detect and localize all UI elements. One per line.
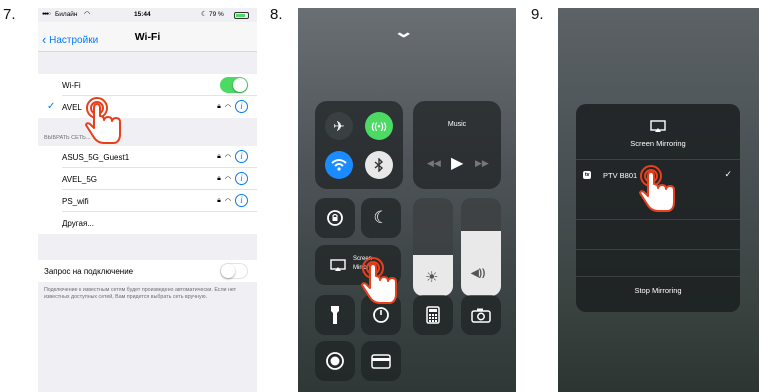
wifi-toggle-row: Wi-Fi: [38, 74, 257, 96]
apple-tv-badge: tv: [583, 171, 592, 179]
page-title: Wi-Fi: [134, 31, 161, 43]
clock: 15:44: [134, 11, 151, 18]
play-icon[interactable]: ▶: [451, 153, 463, 173]
do-not-disturb-button[interactable]: ☾: [361, 198, 401, 238]
lock-icon: 🔒︎: [217, 196, 221, 204]
step-number-8: 8.: [270, 6, 283, 23]
other-network-row[interactable]: Другая...: [38, 212, 257, 234]
wifi-settings-screen: ●●●○ Билайн ◠ 15:44 ☾ 79 % ‹ Настройки W…: [38, 8, 257, 392]
network-name: AVEL_5G: [62, 175, 97, 184]
ask-to-join-toggle[interactable]: [220, 263, 248, 279]
device-row[interactable]: tv PTV B801 ✓: [576, 160, 740, 192]
cellular-data-button[interactable]: ((•)): [365, 112, 393, 140]
wifi-status-icon: ◠: [84, 11, 91, 18]
music-title: Music: [447, 121, 467, 128]
timer-button[interactable]: [361, 295, 401, 335]
ask-to-join-label: Запрос на подключение: [44, 267, 134, 276]
antenna-icon: ((•)): [371, 121, 387, 131]
rewind-icon[interactable]: ◀◀: [427, 158, 441, 169]
network-name: PS_wifi: [62, 197, 89, 206]
record-icon: [326, 352, 344, 370]
screen-mirroring-dialog: Screen Mirroring tv PTV B801 ✓ Stop Mirr…: [576, 104, 740, 312]
brightness-slider[interactable]: ☀: [413, 198, 453, 296]
wifi-icon: [331, 159, 347, 171]
volume-slider[interactable]: ◀)): [461, 198, 501, 296]
chevron-down-icon[interactable]: ⌄: [393, 22, 414, 42]
battery-percent: 79 %: [209, 11, 224, 18]
network-name: AVEL: [62, 103, 82, 112]
sun-icon: ☀: [425, 269, 439, 286]
wallet-button[interactable]: [361, 341, 401, 381]
lock-icon: 🔒︎: [217, 174, 221, 182]
fast-forward-icon[interactable]: ▶▶: [475, 158, 489, 169]
screen-mirroring-label: Screen: [353, 256, 373, 262]
info-icon[interactable]: i: [235, 194, 248, 207]
airplane-icon: ✈: [333, 117, 345, 134]
screen-mirroring-label: Mirroring: [353, 265, 377, 271]
screen-mirroring-screen: Screen Mirroring tv PTV B801 ✓ Stop Mirr…: [558, 8, 759, 392]
network-row[interactable]: AVEL_5G 🔒︎ ◠ i: [38, 168, 257, 190]
calculator-icon: [426, 306, 440, 324]
wifi-signal-icon: ◠: [224, 197, 231, 205]
timer-icon: [373, 307, 389, 323]
moon-icon: ☾: [373, 208, 389, 227]
network-name: ASUS_5G_Guest1: [62, 153, 130, 162]
ask-to-join-row: Запрос на подключение: [38, 260, 257, 282]
network-row[interactable]: ASUS_5G_Guest1 🔒︎ ◠ i: [38, 146, 257, 168]
network-row[interactable]: PS_wifi 🔒︎ ◠ i: [38, 190, 257, 212]
signal-icon: ●●●○: [42, 11, 51, 17]
bluetooth-button[interactable]: [365, 151, 393, 179]
connected-network-row[interactable]: ✓ AVEL 🔒︎ ◠ i: [38, 96, 257, 118]
wifi-signal-icon: ◠: [224, 175, 231, 183]
stop-mirroring-button[interactable]: Stop Mirroring: [576, 286, 740, 295]
wifi-signal-icon: ◠: [224, 153, 231, 161]
rotation-lock-button[interactable]: [315, 198, 355, 238]
checkmark-icon: ✓: [47, 101, 56, 112]
navigation-bar: ‹ Настройки Wi-Fi: [38, 22, 257, 52]
rotation-lock-icon: [327, 210, 343, 226]
wifi-button[interactable]: [325, 151, 353, 179]
airplay-icon: [650, 120, 666, 132]
control-center-screen: ⌄ ✈ ((•)) Music ◀◀ ▶ ▶▶ ☾ Screen Mirrori…: [298, 8, 516, 392]
flashlight-button[interactable]: [315, 295, 355, 335]
camera-button[interactable]: [461, 295, 501, 335]
dialog-title: Screen Mirroring: [630, 139, 686, 148]
airplay-icon: [330, 259, 346, 271]
bluetooth-icon: [374, 158, 384, 172]
step-number-9: 9.: [531, 6, 544, 23]
screen-record-button[interactable]: [315, 341, 355, 381]
music-module[interactable]: Music ◀◀ ▶ ▶▶: [413, 101, 501, 189]
ask-to-join-footnote: Подключение к известным сетям будет прои…: [44, 287, 237, 300]
speaker-icon: ◀)): [471, 268, 486, 279]
status-bar: ●●●○ Билайн ◠ 15:44 ☾ 79 %: [38, 8, 257, 22]
flashlight-icon: [331, 306, 339, 324]
calculator-button[interactable]: [413, 295, 453, 335]
other-network-label: Другая...: [62, 219, 94, 228]
lock-icon: 🔒︎: [217, 102, 221, 110]
info-icon[interactable]: i: [235, 172, 248, 185]
wifi-signal-icon: ◠: [224, 103, 231, 111]
wifi-label: Wi-Fi: [62, 81, 81, 90]
step-number-7: 7.: [3, 6, 16, 23]
moon-icon: ☾: [201, 11, 208, 18]
lock-icon: 🔒︎: [217, 152, 221, 160]
checkmark-icon: ✓: [724, 169, 732, 179]
info-icon[interactable]: i: [235, 100, 248, 113]
device-name: PTV B801: [603, 171, 638, 180]
battery-icon: [234, 12, 249, 19]
wifi-toggle[interactable]: [220, 77, 248, 93]
connectivity-module: ✈ ((•)): [315, 101, 403, 189]
camera-icon: [471, 308, 491, 323]
carrier-name: Билайн: [55, 11, 78, 18]
wallet-icon: [371, 353, 391, 369]
airplane-mode-button[interactable]: ✈: [325, 112, 353, 140]
info-icon[interactable]: i: [235, 150, 248, 163]
screen-mirroring-button[interactable]: Screen Mirroring: [315, 245, 401, 285]
choose-network-header: ВЫБРАТЬ СЕТЬ...: [44, 135, 91, 141]
